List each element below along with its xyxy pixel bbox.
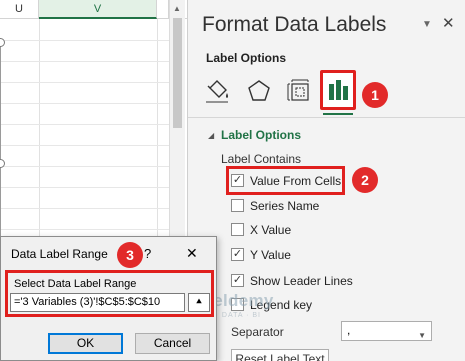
option-label: Series Name [250,199,320,213]
chevron-down-icon[interactable]: ▼ [422,19,432,30]
collapse-dialog-button[interactable]: ⯅ [188,293,210,312]
column-header-next[interactable] [157,0,169,19]
checkbox-checked[interactable]: ✓ [231,248,244,261]
chevron-down-icon: ▼ [418,331,426,340]
data-label-range-dialog: Data Label Range 3 ? ✕ Select Data Label… [0,236,217,361]
tab-label-options[interactable] [320,70,356,110]
tab-effects[interactable] [244,75,274,109]
range-input[interactable]: ='3 Variables (3)'!$C$5:$C$10 [10,293,185,312]
checkbox-checked[interactable]: ✓ [231,274,244,287]
collapse-arrow-icon: ⯅ [195,297,203,308]
pane-title: Format Data Labels [202,13,387,36]
grid-row-line [0,229,169,230]
scrollbar-thumb[interactable] [173,18,182,128]
grid-row-line [0,124,169,125]
grid-row-line [0,103,169,104]
grid-row-line [0,208,169,209]
collapse-triangle-icon[interactable]: ◢ [208,131,214,140]
option-label: Show Leader Lines [250,274,353,288]
active-tab-indicator [323,113,353,115]
column-header-u[interactable]: U [0,0,39,19]
checkbox-unchecked[interactable] [231,199,244,212]
option-label: Y Value [250,248,291,262]
pane-divider [188,117,465,118]
range-field-label: Select Data Label Range [14,278,137,290]
separator-value: , [347,323,351,337]
close-icon[interactable]: ✕ [442,14,455,32]
grid-row-line [0,40,169,41]
grid-row-line [0,82,169,83]
option-label: X Value [250,223,292,237]
checkbox-checked[interactable]: ✓ [231,174,244,187]
step-badge-1: 1 [362,82,388,108]
paint-bucket-icon [206,80,228,103]
bar-chart-icon [329,80,348,100]
column-header-v[interactable]: V [39,0,157,19]
grid-row-line [0,166,169,167]
checkbox-unchecked[interactable] [231,223,244,236]
separator-dropdown[interactable]: , ▼ [341,321,432,341]
grid-row-line [0,61,169,62]
chart-resize-handle[interactable] [0,38,5,47]
section-title-label-options[interactable]: Label Options [221,128,301,142]
help-button[interactable]: ? [144,246,151,261]
tab-size-properties[interactable] [284,75,314,109]
label-contains-heading: Label Contains [221,152,302,166]
ok-button[interactable]: OK [48,333,123,354]
pane-subtitle[interactable]: Label Options [206,51,286,65]
step-badge-3: 3 [117,242,143,268]
grid-row-line [0,145,169,146]
dialog-title: Data Label Range [11,247,108,261]
column-headers: U V [0,0,187,19]
size-properties-icon [287,79,309,101]
scroll-up-icon[interactable]: ▲ [173,4,181,13]
option-label: Value From Cells [250,174,342,188]
cancel-button[interactable]: Cancel [135,333,210,354]
range-field-group: Select Data Label Range ='3 Variables (3… [5,270,214,317]
tab-fill-line[interactable] [202,75,232,109]
step-badge-2: 2 [352,167,378,193]
reset-label-text-button[interactable]: Reset Label Text [231,349,329,361]
pentagon-icon [248,80,270,101]
grid-row-line [0,187,169,188]
close-icon[interactable]: ✕ [186,245,198,262]
